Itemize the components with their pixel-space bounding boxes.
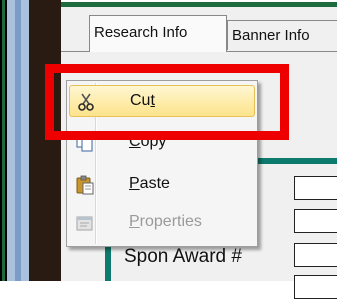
menu-item-paste[interactable]: Paste	[69, 169, 255, 201]
tab-strip: Research Info Banner Info	[61, 7, 337, 57]
window-frame-green-stripe	[2, 0, 5, 281]
text-field-4[interactable]	[294, 275, 337, 299]
tab-research-info[interactable]: Research Info	[89, 15, 227, 52]
text-field-1[interactable]	[294, 176, 337, 200]
menu-item-properties[interactable]: Properties	[69, 207, 255, 239]
properties-icon	[75, 213, 95, 233]
annotation-highlight-box	[45, 64, 289, 140]
text-field-2[interactable]	[294, 209, 337, 233]
paste-icon	[75, 175, 95, 195]
window-frame-blue-inner	[15, 0, 21, 281]
window-frame-dark-panel	[29, 0, 61, 281]
spon-award-field[interactable]	[294, 243, 337, 267]
menu-item-paste-label: Paste	[129, 175, 170, 192]
spon-award-label: Spon Award #	[124, 246, 242, 267]
menu-item-properties-label: Properties	[129, 213, 202, 230]
tab-banner-info[interactable]: Banner Info	[227, 20, 337, 50]
